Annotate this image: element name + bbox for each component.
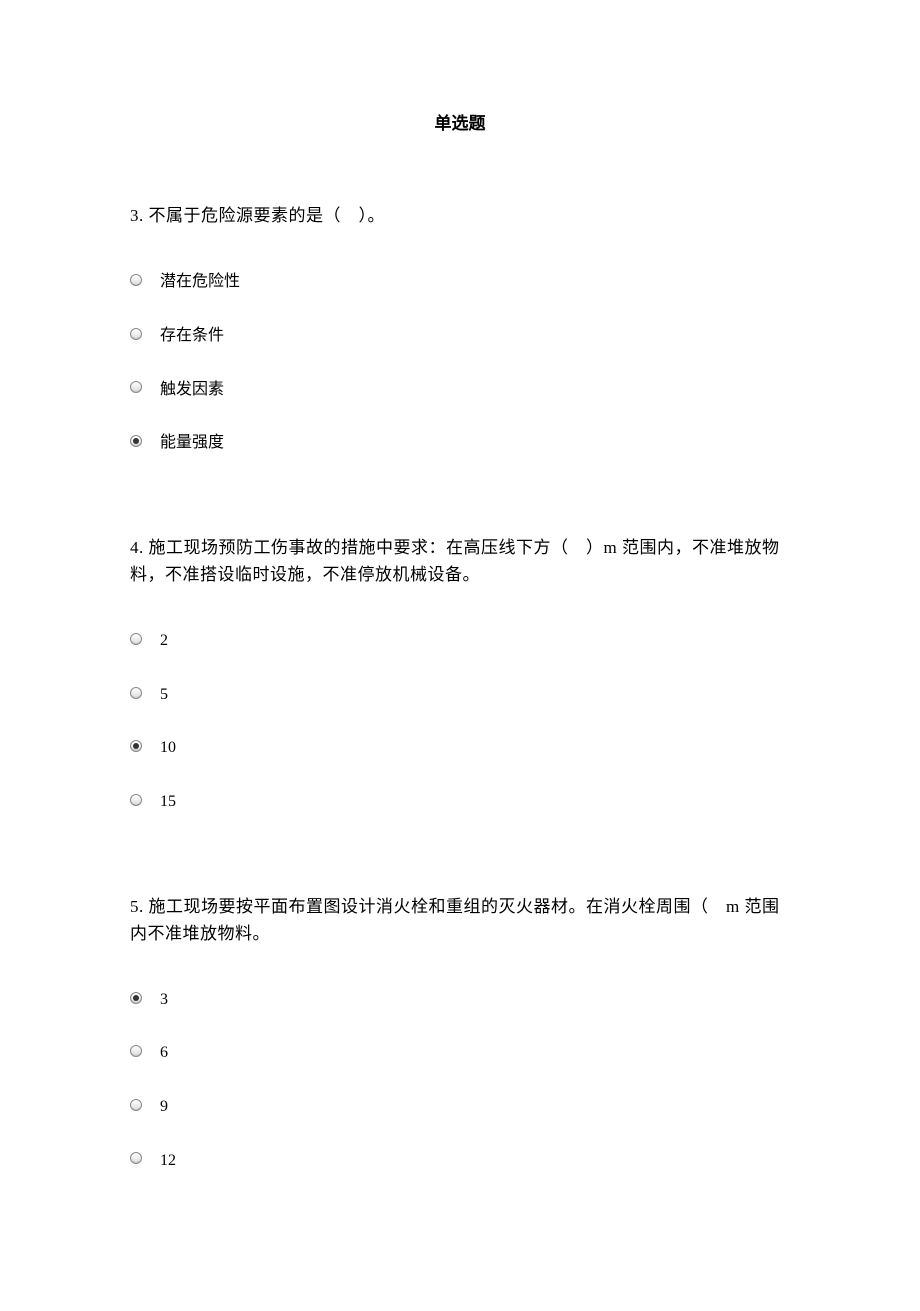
question-block: 5. 施工现场要按平面布置图设计消火栓和重组的灭火器材。在消火栓周围（ m 范围… <box>130 893 790 1172</box>
option-label: 15 <box>160 789 176 815</box>
option-row[interactable]: 10 <box>130 733 790 759</box>
option-label: 能量强度 <box>160 430 224 456</box>
option-label: 5 <box>160 682 168 708</box>
option-label: 12 <box>160 1148 176 1174</box>
option-label: 触发因素 <box>160 377 224 403</box>
option-label: 3 <box>160 987 168 1013</box>
question-block: 3. 不属于危险源要素的是（ ）。 潜在危险性 存在条件 触发因素 能量强度 <box>130 202 790 454</box>
option-row[interactable]: 2 <box>130 626 790 652</box>
option-row[interactable]: 5 <box>130 680 790 706</box>
option-row[interactable]: 潜在危险性 <box>130 267 790 293</box>
section-title: 单选题 <box>130 110 790 137</box>
radio-icon[interactable] <box>130 687 142 699</box>
question-text: 5. 施工现场要按平面布置图设计消火栓和重组的灭火器材。在消火栓周围（ m 范围… <box>130 893 790 947</box>
option-label: 2 <box>160 628 168 654</box>
radio-icon[interactable] <box>130 740 142 752</box>
radio-icon[interactable] <box>130 435 142 447</box>
radio-icon[interactable] <box>130 794 142 806</box>
radio-icon[interactable] <box>130 633 142 645</box>
option-row[interactable]: 触发因素 <box>130 375 790 401</box>
option-label: 潜在危险性 <box>160 269 240 295</box>
radio-icon[interactable] <box>130 274 142 286</box>
radio-icon[interactable] <box>130 1045 142 1057</box>
question-text: 3. 不属于危险源要素的是（ ）。 <box>130 202 790 229</box>
option-row[interactable]: 9 <box>130 1092 790 1118</box>
option-row[interactable]: 15 <box>130 787 790 813</box>
radio-icon[interactable] <box>130 1152 142 1164</box>
option-row[interactable]: 12 <box>130 1146 790 1172</box>
radio-icon[interactable] <box>130 328 142 340</box>
radio-icon[interactable] <box>130 381 142 393</box>
option-row[interactable]: 3 <box>130 985 790 1011</box>
radio-icon[interactable] <box>130 992 142 1004</box>
option-label: 存在条件 <box>160 323 224 349</box>
question-text: 4. 施工现场预防工伤事故的措施中要求：在高压线下方（ ）m 范围内，不准堆放物… <box>130 534 790 588</box>
option-row[interactable]: 6 <box>130 1038 790 1064</box>
question-block: 4. 施工现场预防工伤事故的措施中要求：在高压线下方（ ）m 范围内，不准堆放物… <box>130 534 790 813</box>
option-row[interactable]: 能量强度 <box>130 428 790 454</box>
option-label: 10 <box>160 735 176 761</box>
option-label: 9 <box>160 1094 168 1120</box>
option-label: 6 <box>160 1040 168 1066</box>
option-row[interactable]: 存在条件 <box>130 321 790 347</box>
radio-icon[interactable] <box>130 1099 142 1111</box>
